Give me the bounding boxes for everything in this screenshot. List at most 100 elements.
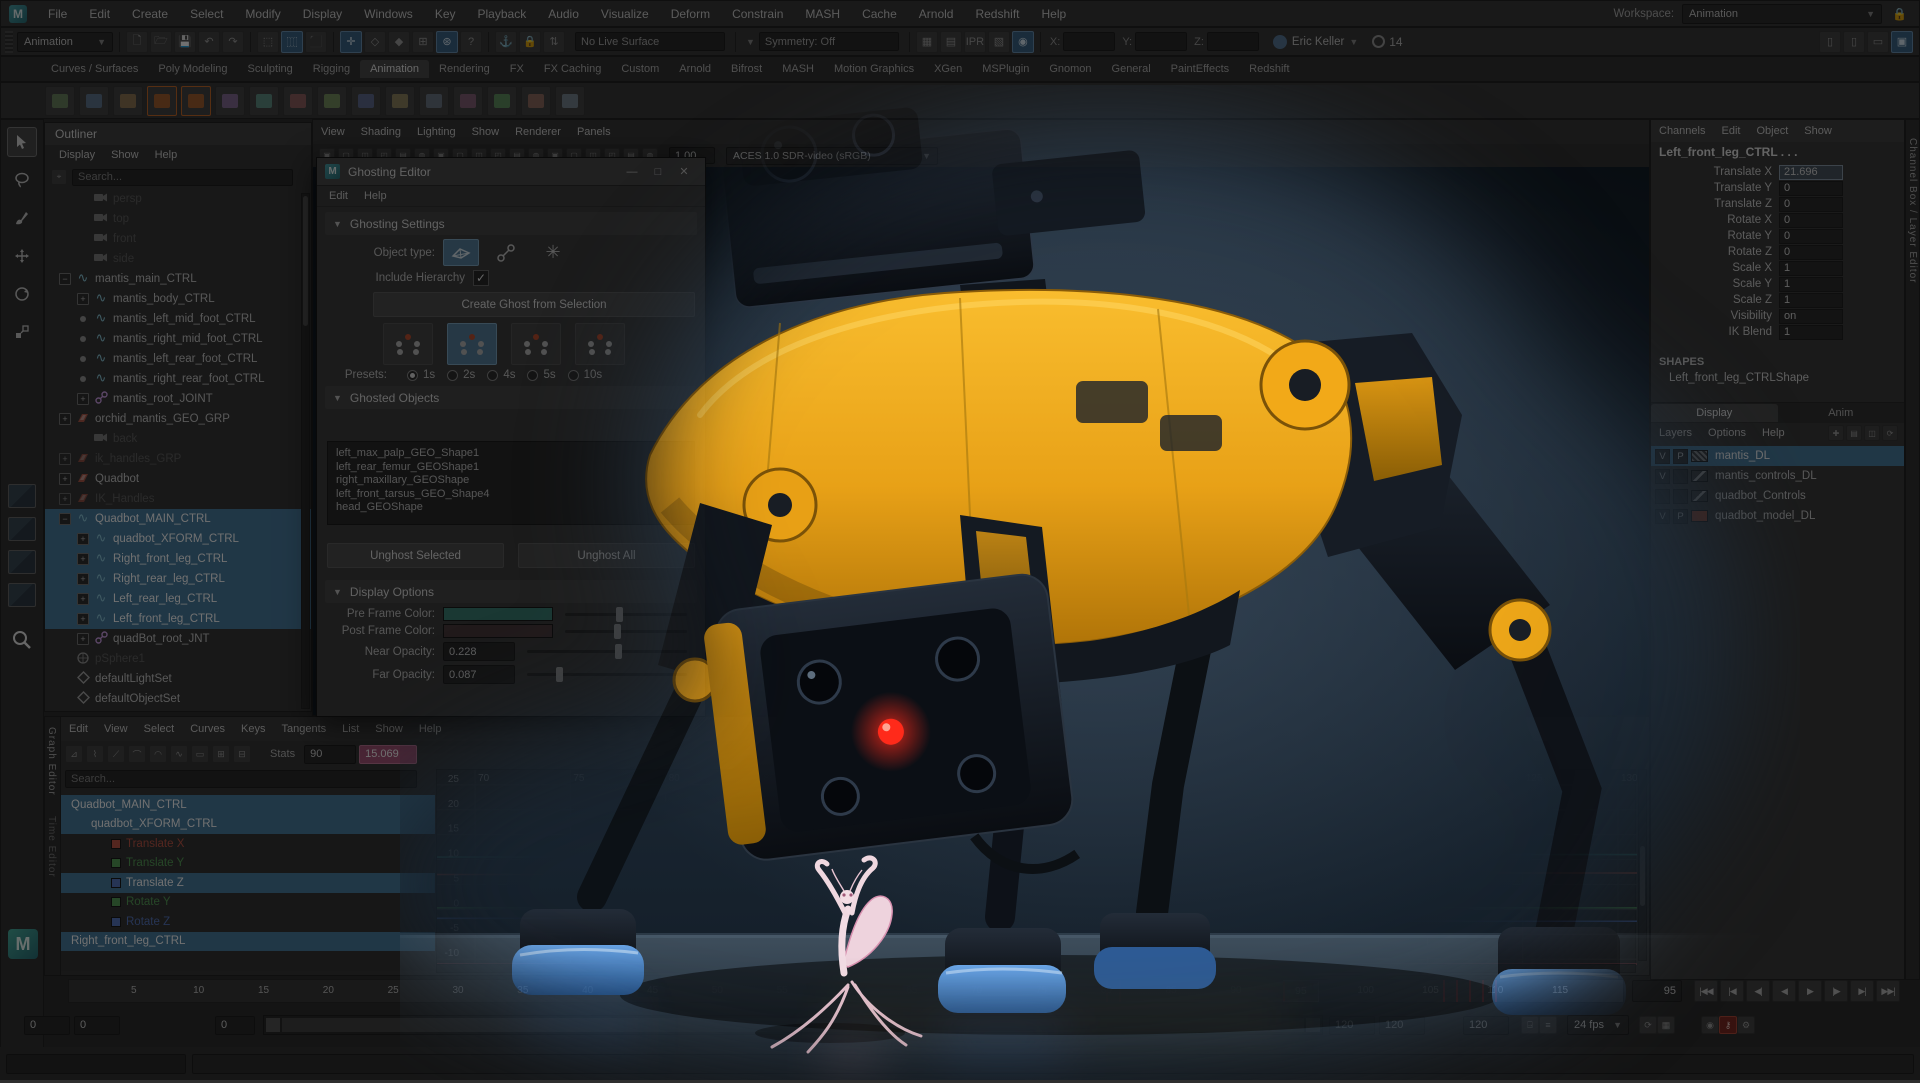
- outliner-item-right_front_leg_ctrl[interactable]: +∿Right_front_leg_CTRL: [45, 549, 311, 569]
- graph-menu-curves[interactable]: Curves: [182, 723, 233, 735]
- layer-menu-help[interactable]: Help: [1754, 427, 1793, 439]
- shelf-tab-arnold[interactable]: Arnold: [669, 60, 721, 78]
- locator-type-icon[interactable]: ✳: [535, 239, 571, 266]
- expand-expander[interactable]: +: [59, 453, 71, 465]
- snap-icon[interactable]: ⊛: [436, 31, 458, 53]
- shelf-tab-mash[interactable]: MASH: [772, 60, 824, 78]
- menuset-dropdown[interactable]: Animation▼: [17, 32, 113, 52]
- chevron-down-icon[interactable]: ▼: [746, 37, 755, 47]
- channelbox-menu-object[interactable]: Object: [1748, 125, 1796, 137]
- go-to-start-button[interactable]: |◀◀: [1694, 980, 1718, 1002]
- channelbox-menu-channels[interactable]: Channels: [1651, 125, 1713, 137]
- expand-expander[interactable]: +: [77, 533, 89, 545]
- channel-row-ik-blend[interactable]: IK Blend1: [1651, 324, 1904, 340]
- preset-radio[interactable]: [487, 370, 498, 381]
- outliner-item-side[interactable]: side: [45, 249, 311, 269]
- paint-select-tool[interactable]: [7, 203, 37, 233]
- far-opacity-field[interactable]: 0.087: [443, 665, 515, 684]
- preset-radio[interactable]: [447, 370, 458, 381]
- pre-frame-color-swatch[interactable]: [443, 607, 553, 621]
- display-options-header[interactable]: ▼Display Options: [325, 580, 697, 603]
- unghost-selected-button[interactable]: Unghost Selected: [327, 543, 504, 568]
- ghost-step-option-2[interactable]: [511, 323, 561, 365]
- outliner-item-defaultlightset[interactable]: defaultLightSet: [45, 669, 311, 689]
- graph-menu-tangents[interactable]: Tangents: [274, 723, 335, 735]
- coord-input-0[interactable]: [1063, 32, 1115, 51]
- shape-name[interactable]: Left_front_leg_CTRLShape: [1669, 372, 1809, 384]
- shelf-icon-8[interactable]: [317, 86, 347, 116]
- shelf-icon-12[interactable]: [453, 86, 483, 116]
- post-frame-color-slider[interactable]: [565, 630, 687, 633]
- collapse-expander[interactable]: −: [59, 513, 71, 525]
- shelf-icon-0[interactable]: [45, 86, 75, 116]
- preset-2s[interactable]: 2s: [435, 369, 475, 381]
- shelf-tab-xgen[interactable]: XGen: [924, 60, 972, 78]
- snap-icon[interactable]: ◇: [364, 31, 386, 53]
- layer-tab-display[interactable]: Display: [1651, 404, 1778, 422]
- channelbox-menu-show[interactable]: Show: [1796, 125, 1840, 137]
- command-line-input[interactable]: [6, 1054, 186, 1074]
- menu-modify[interactable]: Modify: [234, 7, 291, 21]
- lasso-tool[interactable]: [7, 165, 37, 195]
- layer-visible-toggle[interactable]: V: [1655, 449, 1670, 464]
- outliner-item-quadbot_root_jnt[interactable]: +quadBot_root_JNT: [45, 629, 311, 649]
- snap-icon[interactable]: ✛: [340, 31, 362, 53]
- ghosting-settings-header[interactable]: ▼Ghosting Settings: [325, 212, 697, 235]
- preset-10s[interactable]: 10s: [556, 369, 603, 381]
- graph-menu-help[interactable]: Help: [411, 723, 450, 735]
- collapse-expander[interactable]: −: [59, 273, 71, 285]
- current-frame-indicator[interactable]: 95: [1283, 980, 1319, 1002]
- layer-playback-toggle[interactable]: P: [1673, 509, 1688, 524]
- render-icon[interactable]: ▦: [916, 31, 938, 53]
- expand-expander[interactable]: +: [59, 493, 71, 505]
- shelf-tab-bifrost[interactable]: Bifrost: [721, 60, 772, 78]
- outliner-item-quadbot[interactable]: +Quadbot: [45, 469, 311, 489]
- file-icon[interactable]: 🗋: [126, 31, 148, 53]
- channel-row-rotate-y[interactable]: Rotate Y0: [1651, 228, 1904, 244]
- channel-value[interactable]: 0: [1779, 245, 1843, 260]
- ghosted-object[interactable]: head_GEOShape: [336, 501, 686, 515]
- include-hierarchy-checkbox[interactable]: ✓: [473, 270, 489, 286]
- outliner-scrollbar[interactable]: [303, 196, 308, 326]
- expand-expander[interactable]: +: [77, 293, 89, 305]
- shelf-icon-13[interactable]: [487, 86, 517, 116]
- graph-menu-keys[interactable]: Keys: [233, 723, 273, 735]
- layer-color-swatch[interactable]: [1691, 510, 1708, 522]
- menu-cache[interactable]: Cache: [851, 7, 908, 21]
- single-pane-layout[interactable]: [8, 484, 36, 508]
- filter-icon[interactable]: ⌖: [51, 169, 67, 185]
- sidebar-toggle-icon[interactable]: ▯: [1843, 31, 1865, 53]
- graph-editor-plot-area[interactable]: 7075808590951001051101151201251302520151…: [436, 769, 1636, 973]
- graph-toolbar-icon-7[interactable]: ⊞: [212, 745, 230, 763]
- menu-windows[interactable]: Windows: [353, 7, 424, 21]
- layer-color-swatch[interactable]: [1691, 450, 1708, 462]
- ghost-menu-edit[interactable]: Edit: [321, 190, 356, 202]
- step-back-frame-button[interactable]: ◀|: [1746, 980, 1770, 1002]
- shelf-icon-3[interactable]: [147, 86, 177, 116]
- graph-tree-translate-x[interactable]: Translate X: [61, 834, 435, 854]
- menu-deform[interactable]: Deform: [660, 7, 721, 21]
- cache-toggle-icon[interactable]: ▦: [1657, 1016, 1675, 1034]
- graph-toolbar-icon-2[interactable]: ⟋: [107, 745, 125, 763]
- graph-menu-select[interactable]: Select: [136, 723, 183, 735]
- shelf-tab-fx[interactable]: FX: [500, 60, 534, 78]
- channel-object-name[interactable]: Left_front_leg_CTRL . . .: [1659, 145, 1797, 159]
- outliner-item-quadbot_main_ctrl[interactable]: −∿Quadbot_MAIN_CTRL: [45, 509, 311, 529]
- near-opacity-field[interactable]: 0.228: [443, 642, 515, 661]
- near-opacity-slider[interactable]: [527, 650, 687, 653]
- file-icon[interactable]: ↷: [222, 31, 244, 53]
- shelf-icon-14[interactable]: [521, 86, 551, 116]
- sidebar-toggle-icon[interactable]: ▣: [1891, 31, 1913, 53]
- layer-menu-options[interactable]: Options: [1700, 427, 1754, 439]
- channel-row-visibility[interactable]: Visibilityon: [1651, 308, 1904, 324]
- outliner-search-input[interactable]: [78, 171, 287, 183]
- four-pane-layout[interactable]: [8, 550, 36, 574]
- outliner-item-mantis_right_mid_foot_ctrl[interactable]: ∿mantis_right_mid_foot_CTRL: [45, 329, 311, 349]
- menu-mash[interactable]: MASH: [794, 7, 851, 21]
- channel-value[interactable]: 1: [1779, 261, 1843, 276]
- viewport-menu-shading[interactable]: Shading: [353, 126, 409, 138]
- render-icon[interactable]: ▤: [940, 31, 962, 53]
- graph-toolbar-icon-1[interactable]: ⌇: [86, 745, 104, 763]
- current-time-field[interactable]: 95: [1632, 980, 1682, 1002]
- viewport-menu-show[interactable]: Show: [464, 126, 508, 138]
